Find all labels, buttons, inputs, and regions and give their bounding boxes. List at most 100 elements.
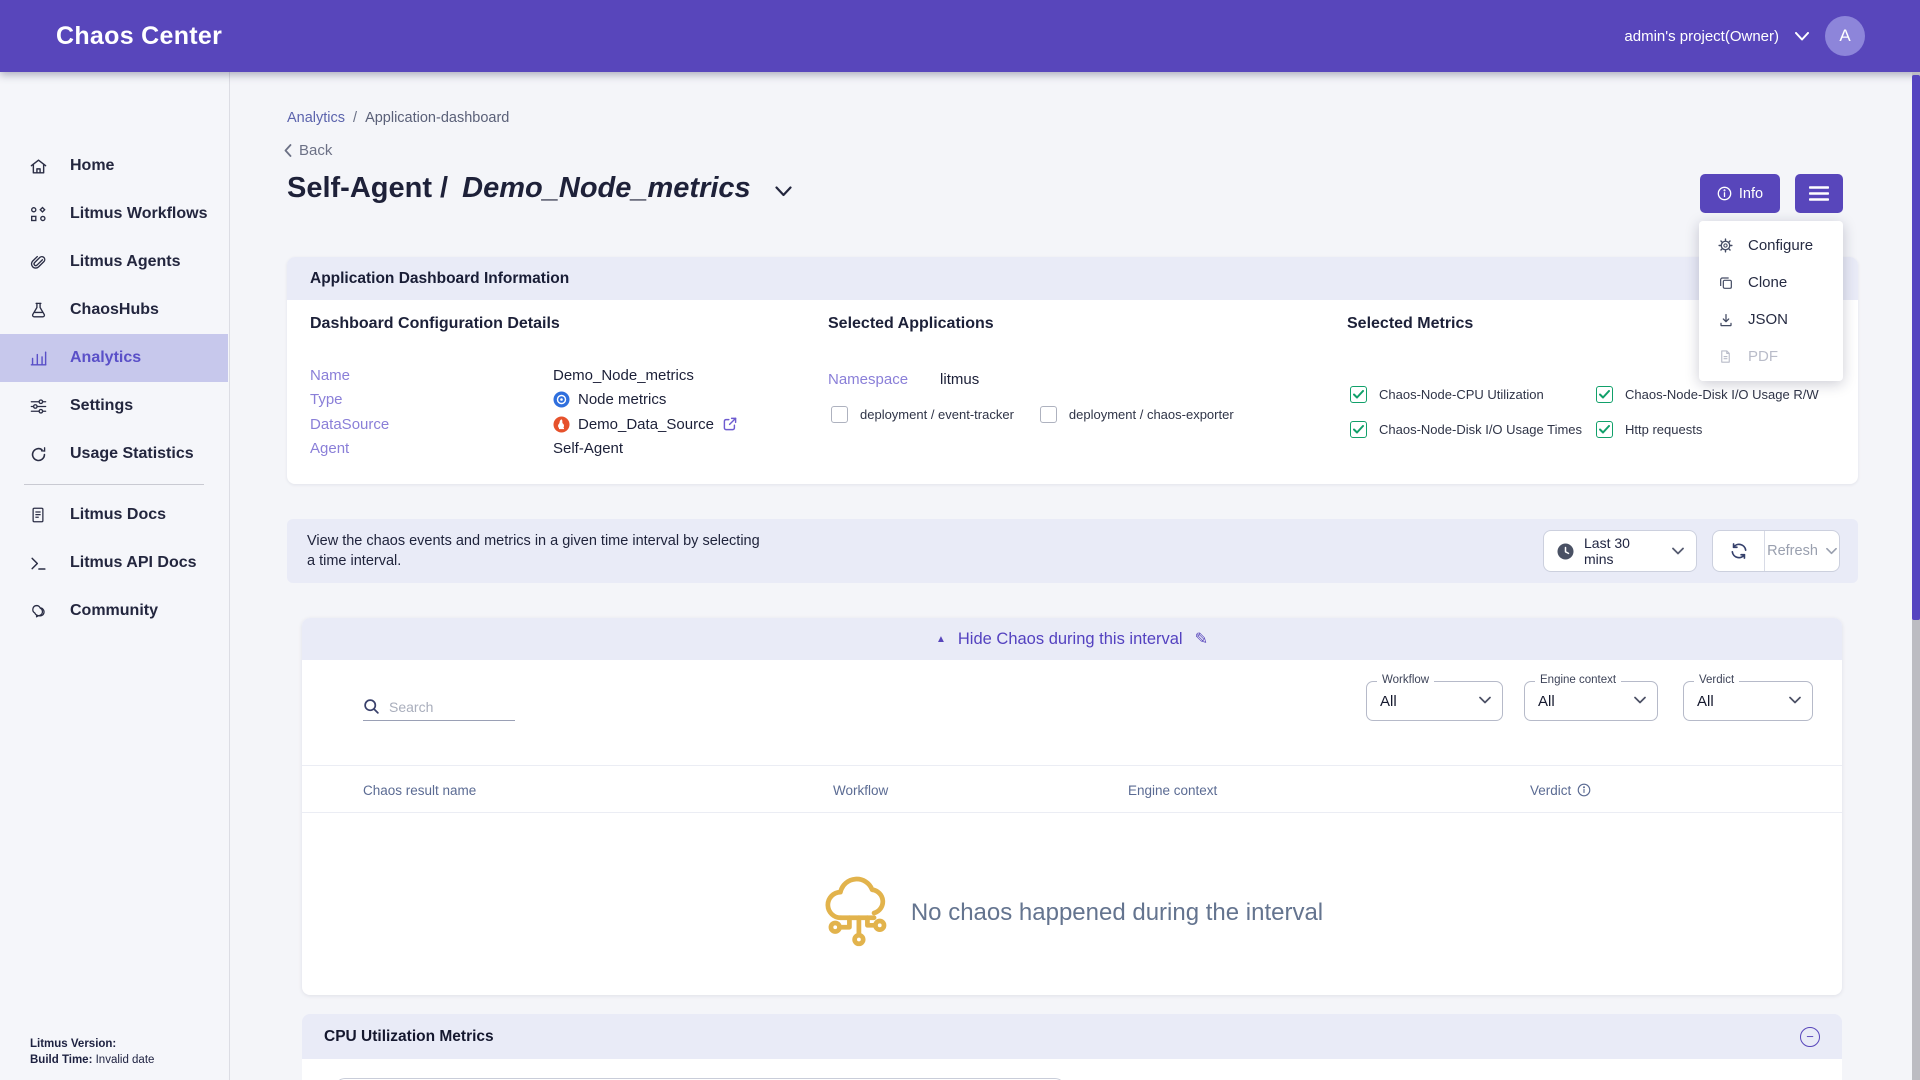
range-chevron-down-icon (1672, 547, 1684, 555)
refresh-interval-select[interactable]: Refresh (1765, 531, 1839, 571)
project-name[interactable]: admin's project(Owner) (1624, 28, 1779, 45)
sidebar-item-usage-statistics[interactable]: Usage Statistics (0, 430, 228, 478)
cpu-utilization-panel-body (302, 1059, 1842, 1080)
build-time-label: Build Time: (30, 1054, 92, 1066)
cpu-panel-title: CPU Utilization Metrics (324, 1028, 494, 1046)
project-chevron-down-icon[interactable] (1795, 32, 1809, 41)
clock-icon (1557, 543, 1574, 560)
checkbox-disk-io-times[interactable] (1350, 421, 1367, 438)
time-range-select[interactable]: Last 30 mins (1543, 530, 1697, 572)
sidebar-item-label: Litmus Workflows (70, 205, 208, 223)
cloud-circuit-icon (821, 873, 893, 953)
sidebar: Home Litmus Workflows Litmus Agents Chao… (0, 72, 230, 1080)
chat-bubbles-icon (28, 601, 48, 621)
sidebar-item-litmus-workflows[interactable]: Litmus Workflows (0, 190, 228, 238)
dashboard-name: Demo_Node_metrics (462, 172, 751, 205)
refresh-circle-icon (28, 444, 48, 464)
menu-item-label: JSON (1748, 311, 1788, 328)
menu-item-clone[interactable]: Clone (1699, 264, 1843, 301)
engine-context-filter-select[interactable]: Engine context All (1524, 681, 1658, 721)
info-button[interactable]: Info (1700, 174, 1780, 213)
workflows-icon (28, 204, 48, 224)
cpu-utilization-panel-header: CPU Utilization Metrics − (302, 1014, 1842, 1059)
breadcrumb-separator: / (353, 110, 357, 126)
filter-chevron-down-icon (1634, 696, 1646, 704)
checkbox-chaos-exporter[interactable] (1040, 406, 1057, 423)
panel-title: Application Dashboard Information (310, 270, 569, 288)
menu-item-label: PDF (1748, 348, 1778, 365)
verdict-info-icon[interactable] (1577, 783, 1591, 797)
hamburger-icon (1809, 186, 1829, 201)
namespace-value: litmus (940, 371, 979, 388)
chevron-left-icon (284, 144, 292, 157)
config-row-name: Name Demo_Node_metrics (310, 363, 738, 388)
collapse-minus-icon[interactable]: − (1800, 1027, 1820, 1047)
external-link-icon[interactable] (722, 416, 738, 432)
chaos-interval-card: ▲ Hide Chaos during this interval ✎ Work… (302, 618, 1842, 995)
config-label: DataSource (310, 416, 553, 433)
menu-item-pdf[interactable]: PDF (1699, 338, 1843, 375)
namespace-label: Namespace (828, 371, 908, 388)
selected-metrics-grid: Chaos-Node-CPU Utilization Chaos-Node-Di… (1350, 377, 1819, 447)
table-header-row: Chaos result name Workflow Engine contex… (302, 765, 1842, 813)
verdict-filter-select[interactable]: Verdict All (1683, 681, 1813, 721)
menu-item-label: Configure (1748, 237, 1813, 254)
search-icon (363, 698, 380, 715)
sliders-icon (28, 396, 48, 416)
sidebar-item-litmus-api-docs[interactable]: Litmus API Docs (0, 539, 228, 587)
build-time-value: Invalid date (92, 1054, 154, 1066)
title-chevron-down-icon[interactable] (775, 186, 792, 197)
column-verdict: Verdict (1530, 766, 1591, 814)
refresh-control-group: Refresh (1712, 530, 1840, 572)
checkbox-cpu-utilization[interactable] (1350, 386, 1367, 403)
breadcrumb-current: Application-dashboard (365, 110, 509, 126)
avatar[interactable]: A (1825, 16, 1865, 56)
collapse-triangle-icon: ▲ (936, 634, 946, 645)
time-interval-description: View the chaos events and metrics in a g… (307, 531, 762, 571)
column-workflow: Workflow (833, 766, 888, 814)
scrollbar-thumb[interactable] (1912, 75, 1920, 620)
config-value: Demo_Data_Source (578, 416, 714, 433)
empty-state: No chaos happened during the interval (302, 843, 1842, 983)
sidebar-item-chaoshubs[interactable]: ChaosHubs (0, 286, 228, 334)
sidebar-item-analytics[interactable]: Analytics (0, 334, 228, 382)
search-input[interactable] (389, 699, 507, 715)
dashboard-actions-menu: Configure Clone JSON PDF (1699, 221, 1843, 381)
sidebar-item-litmus-agents[interactable]: Litmus Agents (0, 238, 228, 286)
checkbox-event-tracker[interactable] (831, 406, 848, 423)
sidebar-item-litmus-docs[interactable]: Litmus Docs (0, 491, 228, 539)
workflow-filter-select[interactable]: Workflow All (1366, 681, 1503, 721)
agent-name: Self-Agent / (287, 172, 456, 205)
checkbox-http-requests[interactable] (1596, 421, 1613, 438)
back-button[interactable]: Back (284, 142, 332, 159)
sidebar-item-label: Litmus Docs (70, 506, 166, 524)
sidebar-item-label: Home (70, 157, 114, 175)
refresh-now-button[interactable] (1713, 531, 1765, 571)
checkbox-disk-io-rw[interactable] (1596, 386, 1613, 403)
application-checkboxes: deployment / event-tracker deployment / … (831, 406, 1234, 423)
version-info: Litmus Version: Build Time: Invalid date (30, 1036, 154, 1068)
copy-icon (1717, 274, 1734, 291)
column-verdict-label: Verdict (1530, 783, 1571, 798)
menu-item-json[interactable]: JSON (1699, 301, 1843, 338)
time-range-value: Last 30 mins (1584, 535, 1662, 567)
back-label: Back (299, 142, 332, 159)
sidebar-item-settings[interactable]: Settings (0, 382, 228, 430)
selected-metrics-heading: Selected Metrics (1347, 315, 1473, 333)
hide-chaos-toggle[interactable]: ▲ Hide Chaos during this interval ✎ (302, 618, 1842, 660)
info-icon (1717, 186, 1732, 201)
breadcrumb: Analytics / Application-dashboard (287, 110, 509, 126)
kebab-menu-button[interactable] (1795, 174, 1843, 213)
column-chaos-result-name: Chaos result name (363, 766, 476, 814)
sidebar-item-home[interactable]: Home (0, 142, 228, 190)
filter-chevron-down-icon (1789, 696, 1801, 704)
sidebar-item-community[interactable]: Community (0, 587, 228, 635)
analytics-icon (28, 348, 48, 368)
menu-item-configure[interactable]: Configure (1699, 227, 1843, 264)
breadcrumb-analytics[interactable]: Analytics (287, 110, 345, 126)
config-label: Type (310, 391, 553, 408)
sidebar-item-label: Settings (70, 397, 133, 415)
vertical-scrollbar[interactable] (1912, 72, 1920, 1080)
edit-pencil-icon[interactable]: ✎ (1195, 629, 1208, 649)
metric-label: Http requests (1625, 422, 1702, 437)
